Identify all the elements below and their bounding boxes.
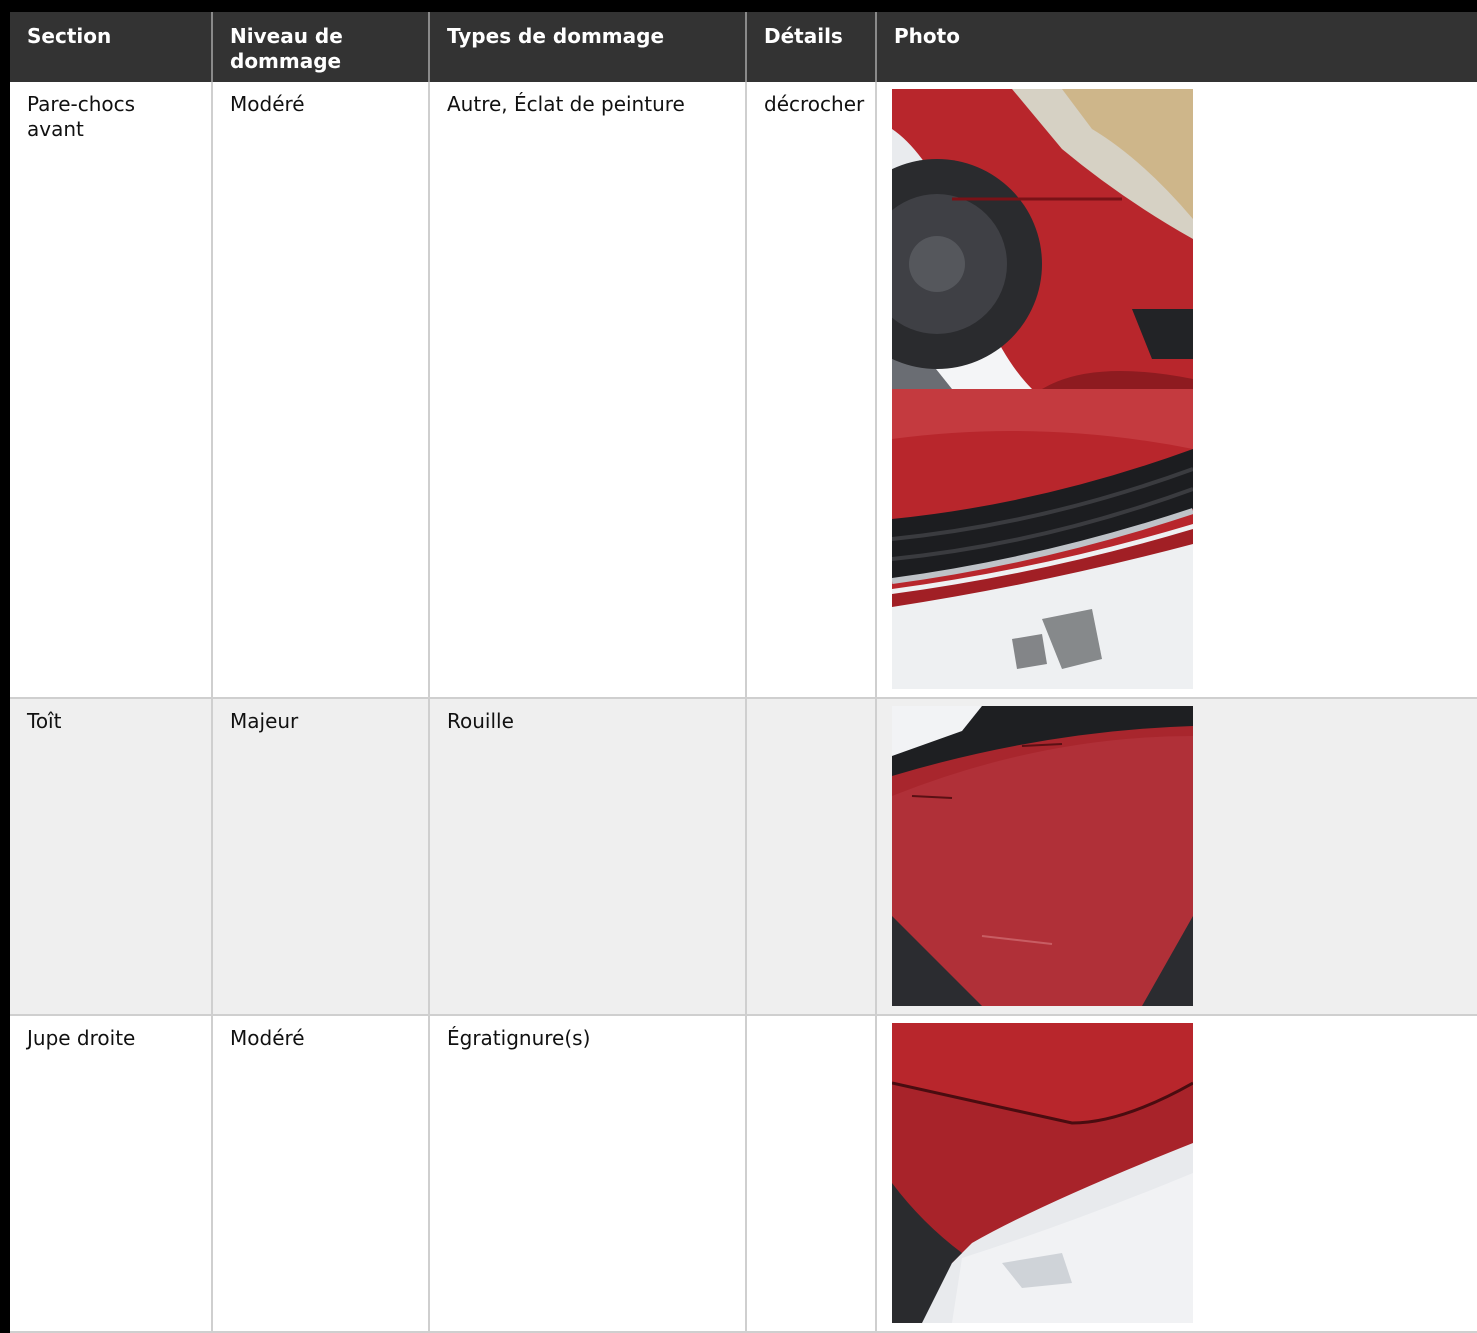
cell-details: décrocher: [745, 82, 876, 699]
header-section: Section: [10, 12, 212, 82]
cell-photo: [875, 1015, 1477, 1333]
cell-photo: [875, 82, 1477, 699]
table-row: Jupe droite Modéré Égratignure(s): [10, 1015, 1477, 1333]
damage-photo-roof[interactable]: [892, 706, 1193, 1006]
cell-damage-level: Majeur: [211, 698, 429, 1016]
cell-details: [745, 1015, 876, 1333]
table-header-row: Section Niveau de dommage Types de domma…: [10, 12, 1477, 82]
cell-damage-types: Autre, Éclat de peinture: [428, 82, 746, 699]
cell-section: Pare-chocs avant: [10, 82, 212, 699]
header-damage-level: Niveau de dommage: [211, 12, 429, 82]
cell-photo: [875, 698, 1477, 1016]
header-details: Détails: [745, 12, 876, 82]
cell-damage-types: Égratignure(s): [428, 1015, 746, 1333]
damage-photo-front-bumper-2[interactable]: [892, 389, 1193, 689]
cell-section: Jupe droite: [10, 1015, 212, 1333]
damage-photo-front-bumper-1[interactable]: [892, 89, 1193, 389]
table-row: Toît Majeur Rouille: [10, 698, 1477, 1016]
cell-damage-level: Modéré: [211, 1015, 429, 1333]
header-photo: Photo: [875, 12, 1477, 82]
cell-details: [745, 698, 876, 1016]
cell-damage-level: Modéré: [211, 82, 429, 699]
damage-table: Section Niveau de dommage Types de domma…: [10, 12, 1477, 1333]
cell-damage-types: Rouille: [428, 698, 746, 1016]
damage-photo-right-skirt[interactable]: [892, 1023, 1193, 1323]
damage-report-page: Section Niveau de dommage Types de domma…: [10, 12, 1477, 1333]
table-row: Pare-chocs avant Modéré Autre, Éclat de …: [10, 82, 1477, 699]
cell-section: Toît: [10, 698, 212, 1016]
header-damage-types: Types de dommage: [428, 12, 746, 82]
